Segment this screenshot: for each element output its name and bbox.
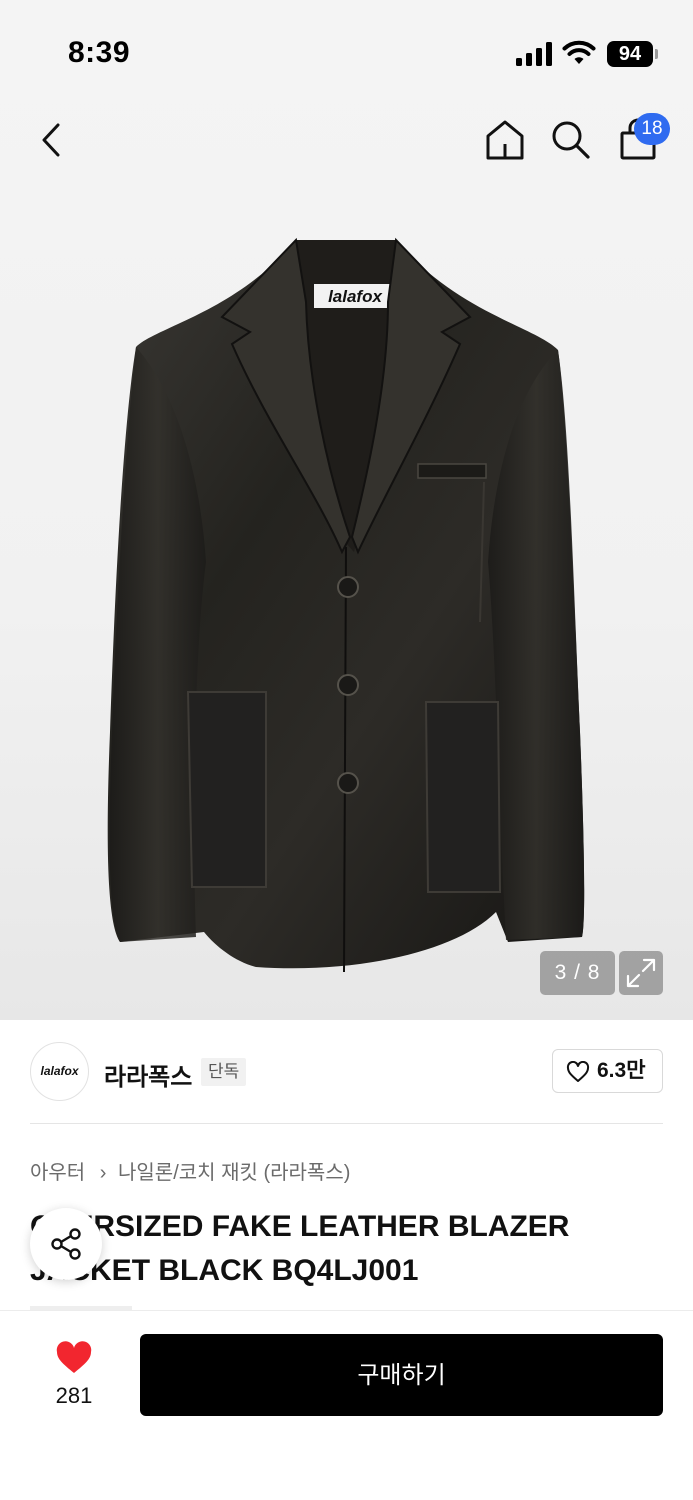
product-image: lalafox: [107, 237, 585, 973]
breadcrumb-category[interactable]: 아우터: [30, 1162, 85, 1184]
wishlist-button[interactable]: 281: [30, 1337, 118, 1417]
bottom-action-bar: 281 구매하기: [0, 1310, 693, 1500]
brand-like-button[interactable]: 6.3만: [552, 1049, 663, 1093]
product-title: OVERSIZED FAKE LEATHER BLAZER JACKET BLA…: [30, 1210, 570, 1287]
buy-button[interactable]: 구매하기: [140, 1334, 663, 1416]
expand-button[interactable]: [619, 951, 663, 995]
brand-name[interactable]: 라라폭스: [104, 1057, 192, 1092]
brand-row: lalafox 라라폭스 단독 6.3만: [0, 1040, 693, 1104]
image-pager: 3 / 8: [540, 951, 615, 995]
status-time: 8:39: [68, 36, 131, 69]
battery-tip: [655, 49, 658, 59]
home-icon[interactable]: [484, 118, 526, 162]
share-button[interactable]: [30, 1208, 102, 1280]
cart-count-badge: 18: [634, 113, 670, 145]
share-icon: [51, 1228, 81, 1260]
back-icon[interactable]: [38, 122, 66, 158]
breadcrumb: 아우터 › 나일론/코치 재킷 (라라폭스): [30, 1156, 350, 1185]
section-divider: [30, 1123, 663, 1124]
exclusive-badge: 단독: [201, 1058, 247, 1086]
jacket-label-text: lalafox: [328, 287, 383, 306]
brand-like-count: 6.3만: [597, 1059, 646, 1082]
breadcrumb-subcategory[interactable]: 나일론/코치 재킷 (라라폭스): [118, 1162, 350, 1184]
expand-icon: [626, 958, 656, 988]
search-icon[interactable]: [550, 119, 592, 161]
heart-outline-icon: [566, 1061, 590, 1082]
status-bar: 8:39 94: [0, 0, 693, 100]
wifi-icon: [562, 40, 596, 64]
battery-indicator: 94: [607, 41, 653, 67]
heart-filled-icon: [56, 1341, 92, 1373]
product-gallery[interactable]: 8:39 94 18 lalafox 3 / 8: [0, 0, 693, 1020]
wishlist-count: 281: [55, 1383, 93, 1408]
cellular-signal-icon: [516, 42, 554, 66]
brand-logo[interactable]: lalafox: [30, 1042, 89, 1101]
chevron-right-icon: ›: [99, 1162, 107, 1184]
